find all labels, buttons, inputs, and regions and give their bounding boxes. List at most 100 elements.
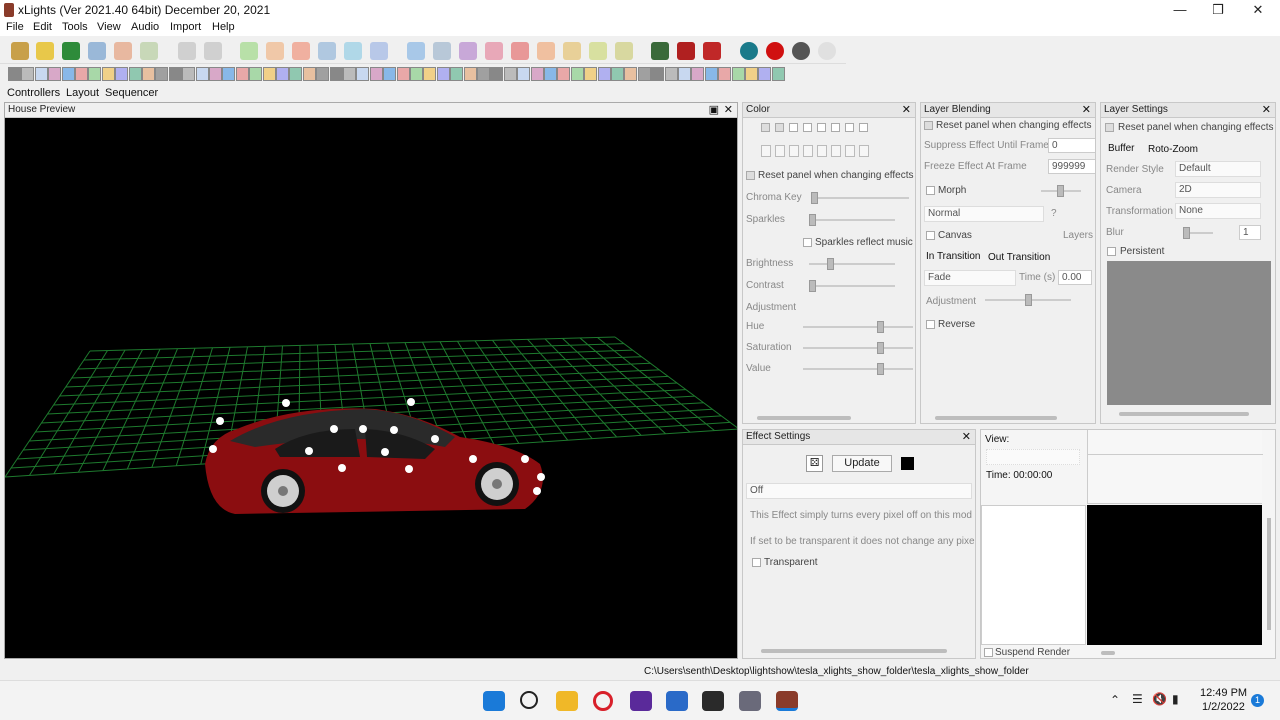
effect-tile-icon[interactable] <box>396 67 410 81</box>
effect-tile-icon[interactable] <box>758 67 772 81</box>
effect-tile-icon[interactable] <box>75 67 88 81</box>
tab-controllers[interactable]: Controllers <box>7 87 60 99</box>
maximize-button[interactable]: ❒ <box>1198 0 1238 20</box>
effect-tile-icon[interactable] <box>383 67 397 81</box>
new-folder-icon[interactable] <box>11 42 29 60</box>
xlights-taskbar-icon[interactable] <box>776 691 798 711</box>
effect-tile-icon[interactable] <box>195 67 209 81</box>
clock-time[interactable]: 12:49 PM <box>1200 687 1247 699</box>
model-preview-black[interactable] <box>1087 505 1262 645</box>
sparkles-music-checkbox[interactable] <box>803 238 812 247</box>
menu-tools[interactable]: Tools <box>62 21 88 33</box>
close-button[interactable]: ✕ <box>1238 0 1278 20</box>
menu-import[interactable]: Import <box>170 21 201 33</box>
zoom-in-icon[interactable] <box>651 42 669 60</box>
hue-slider[interactable] <box>803 321 913 333</box>
effect-tile-icon[interactable] <box>34 67 48 81</box>
menu-audio[interactable]: Audio <box>131 21 159 33</box>
help-icon[interactable] <box>740 42 758 60</box>
tab-roto-zoom[interactable]: Roto-Zoom <box>1148 144 1198 155</box>
effect-tile-icon[interactable] <box>704 67 718 81</box>
blur-input[interactable]: 1 <box>1239 225 1261 240</box>
layer-blending-close-icon[interactable]: ✕ <box>1082 103 1091 117</box>
effect-tile-icon[interactable] <box>570 67 584 81</box>
effect-tile-icon[interactable] <box>745 67 758 81</box>
tab-buffer[interactable]: Buffer <box>1108 143 1135 154</box>
terminal-icon[interactable] <box>702 691 724 711</box>
effect-tile-icon[interactable] <box>651 67 665 81</box>
save-icon[interactable] <box>88 42 106 60</box>
paste-icon[interactable] <box>204 42 222 60</box>
blend-help-button[interactable]: ? <box>1051 208 1057 219</box>
render-icon[interactable] <box>140 42 158 60</box>
save-as-icon[interactable] <box>114 42 132 60</box>
warning-icon[interactable] <box>511 42 529 60</box>
palette-checkbox[interactable] <box>831 123 840 132</box>
record-icon[interactable] <box>766 42 784 60</box>
search-icon[interactable] <box>520 691 538 709</box>
file-explorer-icon[interactable] <box>556 691 578 711</box>
color-scrollbar[interactable] <box>757 416 851 420</box>
effect-tile-icon[interactable] <box>155 67 169 81</box>
float-icon[interactable]: ▣ <box>709 103 719 117</box>
volume-icon[interactable]: 🔇 <box>1152 692 1167 706</box>
value-slider[interactable] <box>803 363 913 375</box>
effect-tile-icon[interactable] <box>249 67 263 81</box>
suspend-render-checkbox[interactable] <box>984 648 993 657</box>
menu-view[interactable]: View <box>97 21 121 33</box>
effect-tile-icon[interactable] <box>128 67 142 81</box>
tab-in-transition[interactable]: In Transition <box>926 251 980 262</box>
effect-tile-icon[interactable] <box>262 67 276 81</box>
effect-tile-icon[interactable] <box>222 67 236 81</box>
wifi-icon[interactable]: ☰ <box>1132 692 1143 706</box>
blur-slider[interactable] <box>1183 227 1213 239</box>
effect-tile-icon[interactable] <box>436 67 450 81</box>
layers-icon[interactable] <box>459 42 477 60</box>
house-icon[interactable] <box>537 42 555 60</box>
effect-tile-icon[interactable] <box>544 67 557 81</box>
canvas-checkbox[interactable] <box>926 231 935 240</box>
chevron-up-icon[interactable]: ⌃ <box>1110 693 1120 707</box>
effect-tile-icon[interactable] <box>369 67 383 81</box>
effect-tile-icon[interactable] <box>168 67 182 81</box>
effect-tile-icon[interactable] <box>771 67 785 81</box>
palette-checkbox[interactable] <box>817 123 826 132</box>
reverse-checkbox[interactable] <box>926 320 935 329</box>
effect-tile-icon[interactable] <box>691 67 705 81</box>
persistent-checkbox[interactable] <box>1107 247 1116 256</box>
blend-mode-select[interactable]: Normal <box>924 206 1044 222</box>
layer-settings-scrollbar[interactable] <box>1119 412 1249 416</box>
effect-tile-icon[interactable] <box>182 67 196 81</box>
transition-type-select[interactable]: Fade <box>924 270 1016 286</box>
palette-checkbox[interactable] <box>859 123 868 132</box>
palette-checkbox[interactable] <box>761 123 770 132</box>
tab-layout[interactable]: Layout <box>66 87 99 99</box>
effect-tile-icon[interactable] <box>276 67 289 81</box>
effect-tile-icon[interactable] <box>343 67 356 81</box>
palette-checkbox[interactable] <box>845 123 854 132</box>
effect-tile-icon[interactable] <box>490 67 504 81</box>
palette-color-button[interactable] <box>817 145 827 157</box>
effect-tile-icon[interactable] <box>503 67 517 81</box>
effect-tile-icon[interactable] <box>88 67 102 81</box>
update-button[interactable]: Update <box>832 455 892 472</box>
effect-tile-icon[interactable] <box>584 67 598 81</box>
play-icon[interactable] <box>240 42 258 60</box>
house-preview-close-icon[interactable]: ✕ <box>724 103 733 117</box>
effect-tile-icon[interactable] <box>329 67 343 81</box>
palette-color-button[interactable] <box>789 145 799 157</box>
menu-edit[interactable]: Edit <box>33 21 52 33</box>
minimize-button[interactable]: — <box>1160 0 1200 20</box>
render-style-select[interactable]: Default <box>1175 161 1261 177</box>
tab-sequencer[interactable]: Sequencer <box>105 87 158 99</box>
effect-tile-icon[interactable] <box>21 67 35 81</box>
color-close-icon[interactable]: ✕ <box>902 103 911 117</box>
preview-canvas[interactable] <box>5 119 738 659</box>
clock-date[interactable]: 1/2/2022 <box>1202 701 1245 713</box>
layers-button[interactable]: Layers ... <box>1063 230 1095 241</box>
effect-tile-icon[interactable] <box>463 67 477 81</box>
camera-select[interactable]: 2D <box>1175 182 1261 198</box>
battery-icon[interactable]: ▮ <box>1172 692 1179 706</box>
settings-icon[interactable] <box>739 691 761 711</box>
effect-tile-icon[interactable] <box>289 67 303 81</box>
